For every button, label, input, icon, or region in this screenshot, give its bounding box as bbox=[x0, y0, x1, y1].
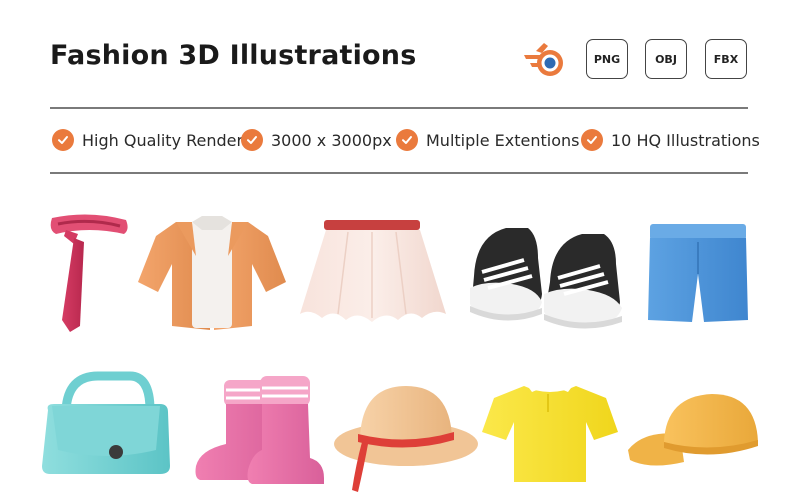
feature-label: Multiple Extentions bbox=[426, 130, 580, 150]
cap-icon bbox=[628, 394, 758, 466]
blender-icon bbox=[524, 43, 563, 76]
skirt-icon bbox=[300, 220, 446, 322]
check-circle-icon bbox=[396, 129, 418, 151]
top-divider bbox=[50, 107, 748, 109]
sun-hat-icon bbox=[334, 386, 478, 492]
shirt-icon bbox=[138, 216, 286, 330]
boots-icon bbox=[195, 376, 324, 484]
feature-item: 10 HQ Illustrations bbox=[581, 128, 760, 152]
feature-item: High Quality Render bbox=[52, 128, 243, 152]
sneakers-icon bbox=[470, 228, 622, 329]
feature-label: 10 HQ Illustrations bbox=[611, 130, 760, 150]
shorts-icon bbox=[648, 224, 748, 322]
feature-label: 3000 x 3000px bbox=[271, 130, 392, 150]
feature-item: Multiple Extentions bbox=[396, 128, 579, 152]
handbag-icon bbox=[42, 371, 170, 474]
check-circle-icon bbox=[52, 129, 74, 151]
png-format-badge: PNG bbox=[586, 39, 628, 79]
obj-format-badge: OBJ bbox=[645, 39, 687, 79]
check-circle-icon bbox=[241, 129, 263, 151]
fbx-format-badge: FBX bbox=[705, 39, 747, 79]
necktie-icon bbox=[50, 214, 128, 332]
page-title: Fashion 3D Illustrations bbox=[50, 40, 417, 71]
bottom-divider bbox=[50, 172, 748, 174]
feature-label: High Quality Render bbox=[82, 130, 244, 150]
feature-item: 3000 x 3000px bbox=[241, 128, 392, 152]
check-circle-icon bbox=[581, 129, 603, 151]
polo-shirt-icon bbox=[482, 376, 618, 482]
